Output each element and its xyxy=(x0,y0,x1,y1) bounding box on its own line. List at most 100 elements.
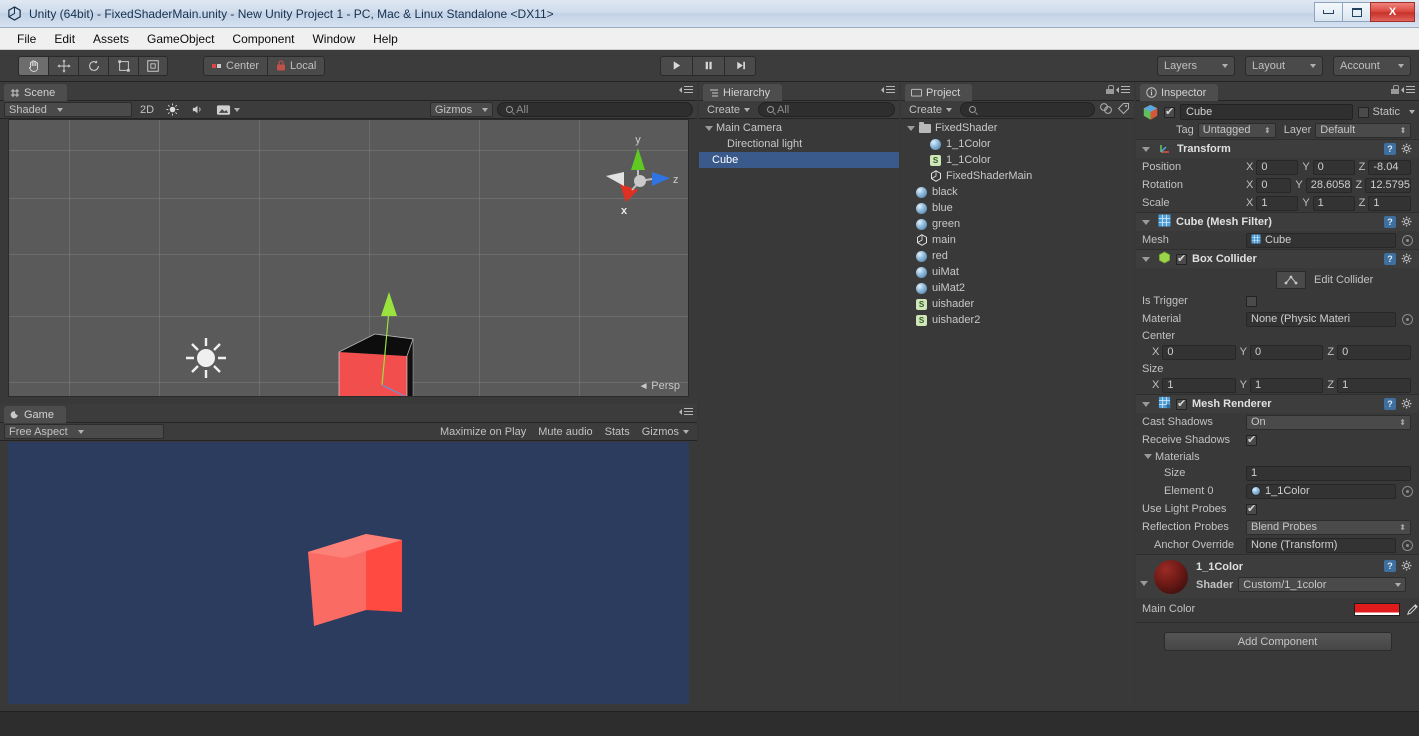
scene-tab-menu[interactable] xyxy=(679,85,693,94)
minimize-button[interactable] xyxy=(1314,2,1343,22)
filter-by-label-icon[interactable] xyxy=(1117,102,1130,118)
gear-icon[interactable] xyxy=(1401,143,1413,155)
tab-hierarchy[interactable]: Hierarchy xyxy=(703,84,783,101)
help-icon[interactable]: ? xyxy=(1384,398,1396,410)
chevron-down-icon[interactable] xyxy=(1142,256,1150,262)
panel-menu-icon[interactable] xyxy=(881,85,895,94)
scene-cube-object[interactable] xyxy=(9,120,689,397)
project-item-material-1-1color[interactable]: 1_1Color xyxy=(901,136,1134,152)
scene-gizmos-dropdown[interactable]: Gizmos xyxy=(429,102,494,117)
panel-menu-icon[interactable] xyxy=(679,85,693,94)
game-viewport[interactable] xyxy=(8,442,689,704)
scene-effects-toggle[interactable] xyxy=(212,102,244,117)
transform-component-header[interactable]: Transform ? xyxy=(1136,139,1419,158)
tag-dropdown[interactable]: Untagged ⬍ xyxy=(1197,122,1276,138)
panel-menu-icon[interactable] xyxy=(1401,85,1415,94)
stats-toggle[interactable]: Stats xyxy=(601,424,634,439)
gear-icon[interactable] xyxy=(1401,398,1413,410)
physic-material-field[interactable]: None (Physic Materi xyxy=(1246,311,1396,327)
hierarchy-search-input[interactable]: All xyxy=(758,102,895,117)
filter-by-type-icon[interactable] xyxy=(1099,102,1113,118)
project-item-shader-uishader[interactable]: S uishader xyxy=(901,296,1134,312)
layers-dropdown[interactable]: Layers xyxy=(1157,55,1235,76)
position-z-field[interactable]: -8.04 xyxy=(1368,159,1411,175)
mute-audio-toggle[interactable]: Mute audio xyxy=(534,424,596,439)
collider-center-y-field[interactable]: 0 xyxy=(1250,344,1324,360)
scene-2d-toggle[interactable]: 2D xyxy=(136,102,158,117)
rotation-x-field[interactable]: 0 xyxy=(1256,177,1292,193)
chevron-down-icon[interactable] xyxy=(1142,146,1150,152)
menu-gameobject[interactable]: GameObject xyxy=(138,30,223,48)
layout-dropdown[interactable]: Layout xyxy=(1245,55,1323,76)
cast-shadows-dropdown[interactable]: On ⬍ xyxy=(1246,414,1411,430)
box-collider-enabled-checkbox[interactable] xyxy=(1176,252,1187,265)
use-light-probes-checkbox[interactable] xyxy=(1246,502,1257,515)
gear-icon[interactable] xyxy=(1401,216,1413,228)
mesh-filter-component-header[interactable]: Cube (Mesh Filter) ? xyxy=(1136,212,1419,231)
anchor-override-field[interactable]: None (Transform) xyxy=(1246,537,1396,553)
rotation-z-field[interactable]: 12.5795 xyxy=(1365,177,1411,193)
scene-search-input[interactable]: All xyxy=(497,102,693,117)
project-item-material-red[interactable]: red xyxy=(901,248,1134,264)
materials-element0-field[interactable]: 1_1Color xyxy=(1246,483,1396,499)
scene-viewport[interactable]: y z x ◄ Persp xyxy=(8,119,689,397)
collider-center-x-field[interactable]: 0 xyxy=(1162,344,1236,360)
mesh-object-field[interactable]: Cube xyxy=(1246,232,1396,248)
mesh-picker-button[interactable] xyxy=(1402,234,1413,246)
mesh-renderer-component-header[interactable]: Mesh Renderer ? xyxy=(1136,394,1419,413)
receive-shadows-checkbox[interactable] xyxy=(1246,433,1257,446)
chevron-down-icon[interactable] xyxy=(705,125,713,131)
collider-center-z-field[interactable]: 0 xyxy=(1337,344,1412,360)
project-item-material-uimat[interactable]: uiMat xyxy=(901,264,1134,280)
menu-window[interactable]: Window xyxy=(303,30,364,48)
step-button[interactable] xyxy=(724,55,756,76)
position-y-field[interactable]: 0 xyxy=(1312,159,1355,175)
edit-collider-button[interactable] xyxy=(1276,271,1306,289)
aspect-ratio-dropdown[interactable]: Free Aspect xyxy=(4,424,164,439)
scene-lighting-toggle[interactable] xyxy=(162,102,183,117)
position-x-field[interactable]: 0 xyxy=(1256,159,1299,175)
project-item-shader-1-1color[interactable]: S 1_1Color xyxy=(901,152,1134,168)
mesh-renderer-enabled-checkbox[interactable] xyxy=(1176,397,1187,410)
scale-tool-button[interactable] xyxy=(108,55,138,76)
menu-assets[interactable]: Assets xyxy=(84,30,138,48)
rotation-y-field[interactable]: 28.6058 xyxy=(1305,177,1352,193)
static-toggle[interactable]: Static xyxy=(1358,106,1415,118)
collider-size-y-field[interactable]: 1 xyxy=(1250,377,1324,393)
hand-tool-button[interactable] xyxy=(18,55,48,76)
add-component-button[interactable]: Add Component xyxy=(1163,632,1392,651)
project-search-input[interactable] xyxy=(960,102,1095,117)
object-active-checkbox[interactable] xyxy=(1164,105,1175,118)
scene-audio-toggle[interactable] xyxy=(187,102,208,117)
menu-edit[interactable]: Edit xyxy=(45,30,84,48)
help-icon[interactable]: ? xyxy=(1384,253,1396,265)
account-dropdown[interactable]: Account xyxy=(1333,55,1411,76)
chevron-down-icon[interactable] xyxy=(1144,454,1152,459)
shader-dropdown[interactable]: Custom/1_1color xyxy=(1238,577,1407,592)
static-checkbox[interactable] xyxy=(1358,106,1370,118)
chevron-down-icon[interactable] xyxy=(1142,219,1150,225)
collider-size-z-field[interactable]: 1 xyxy=(1337,377,1412,393)
rotate-tool-button[interactable] xyxy=(78,55,108,76)
project-item-fixedshader-folder[interactable]: FixedShader xyxy=(901,120,1134,136)
project-item-material-blue[interactable]: blue xyxy=(901,200,1134,216)
main-color-swatch[interactable] xyxy=(1354,602,1400,616)
scale-x-field[interactable]: 1 xyxy=(1256,195,1299,211)
project-item-shader-uishader2[interactable]: S uishader2 xyxy=(901,312,1134,328)
reflection-probes-dropdown[interactable]: Blend Probes ⬍ xyxy=(1246,519,1411,535)
gear-icon[interactable] xyxy=(1401,253,1413,265)
panel-menu-icon[interactable] xyxy=(1116,85,1130,94)
scale-z-field[interactable]: 1 xyxy=(1368,195,1411,211)
game-tab-menu[interactable] xyxy=(679,407,693,416)
space-mode-button[interactable]: Local xyxy=(267,55,326,76)
rect-tool-button[interactable] xyxy=(138,55,168,76)
project-item-material-uimat2[interactable]: uiMat2 xyxy=(901,280,1134,296)
project-item-scene-fixedshadermain[interactable]: FixedShaderMain xyxy=(901,168,1134,184)
lock-icon[interactable] xyxy=(1391,85,1399,94)
project-item-scene-main[interactable]: main xyxy=(901,232,1134,248)
tab-inspector[interactable]: Inspector xyxy=(1140,84,1219,101)
materials-size-field[interactable]: 1 xyxy=(1246,465,1411,481)
eyedropper-icon[interactable] xyxy=(1406,603,1419,616)
menu-component[interactable]: Component xyxy=(223,30,303,48)
scene-projection-label[interactable]: ◄ Persp xyxy=(639,380,680,392)
